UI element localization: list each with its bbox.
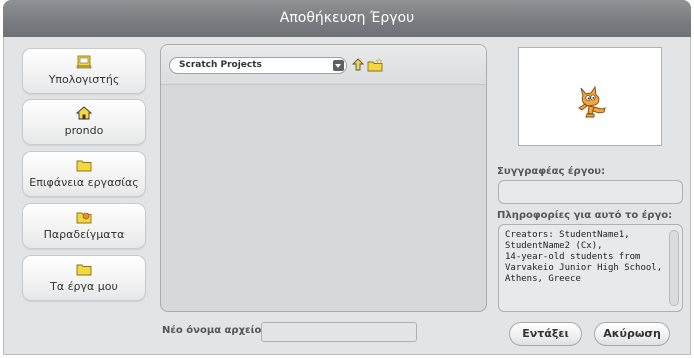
save-project-dialog: Αποθήκευση Έργου Υπολογιστής prondo Επιφ… [0, 0, 694, 358]
place-examples-label: Παραδείγματα [43, 228, 125, 241]
ok-button[interactable]: Εντάξει [509, 322, 582, 346]
folder-dropdown-value: Scratch Projects [179, 60, 262, 70]
project-notes-area[interactable]: Creators: StudentName1, StudentName2 (Cx… [498, 224, 683, 312]
project-notes-label: Πληροφορίες για αυτό το έργο: [497, 210, 673, 221]
place-examples[interactable]: Παραδείγματα [22, 203, 146, 249]
project-thumbnail [518, 47, 662, 146]
place-my-projects[interactable]: Τα έργα μου [22, 255, 146, 301]
place-computer[interactable]: Υπολογιστής [22, 48, 146, 94]
place-desktop-label: Επιφάνεια εργασίας [29, 176, 139, 189]
computer-icon [76, 55, 92, 69]
author-field[interactable] [498, 180, 683, 204]
folder-icon [76, 160, 92, 172]
scratch-cat-sprite [578, 85, 606, 118]
chevron-down-icon [333, 60, 344, 71]
project-notes-text: Creators: StudentName1, StudentName2 (Cx… [505, 230, 663, 284]
new-folder-icon[interactable] [367, 58, 383, 72]
place-my-projects-label: Τα έργα μου [50, 280, 118, 293]
notes-scrollbar[interactable] [669, 230, 679, 306]
file-browser-panel: Scratch Projects [160, 44, 487, 312]
up-arrow-icon[interactable] [352, 58, 364, 72]
home-icon [76, 106, 92, 120]
filename-label: Νέο όνομα αρχείου: [162, 325, 273, 336]
file-browser-toolbar: Scratch Projects [161, 45, 486, 85]
place-home-label: prondo [64, 124, 104, 137]
examples-folder-icon [76, 212, 92, 224]
place-computer-label: Υπολογιστής [48, 73, 120, 86]
place-home[interactable]: prondo [22, 99, 146, 145]
author-label: Συγγραφέας έργου: [497, 166, 606, 177]
cancel-button[interactable]: Ακύρωση [594, 322, 670, 346]
filename-input[interactable] [261, 322, 417, 342]
folder-icon [76, 264, 92, 276]
folder-dropdown[interactable]: Scratch Projects [169, 57, 347, 74]
file-list[interactable] [161, 86, 486, 311]
dialog-title: Αποθήκευση Έργου [3, 0, 691, 37]
place-desktop[interactable]: Επιφάνεια εργασίας [22, 151, 146, 197]
